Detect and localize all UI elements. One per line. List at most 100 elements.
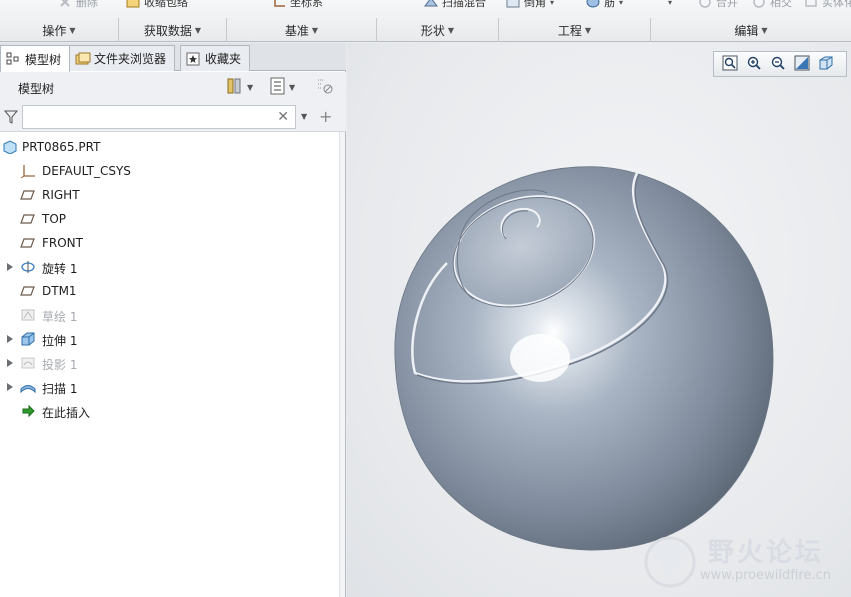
group-operations[interactable]: 操作 ▼ xyxy=(0,18,118,42)
zoom-in-button[interactable] xyxy=(743,54,764,74)
refit-button[interactable] xyxy=(719,54,740,74)
ribbon: 删除 收缩包络 坐标系 扫描混合 倒角 ▾ 筋 ▾ ▾ 合并 相交 实体化 操作… xyxy=(0,0,851,42)
view-toolbar xyxy=(713,51,847,77)
navigator-panel: 模型树 文件夹浏览器 收藏夹 模型树 ▼ ▼ ✕ ▼ + PRT0865.PRT… xyxy=(0,43,346,597)
solidify-button[interactable]: 实体化 xyxy=(804,0,851,10)
delete-button[interactable]: 删除 xyxy=(58,0,98,10)
datum-plane-icon xyxy=(20,236,36,250)
graphics-viewport[interactable] xyxy=(347,43,851,597)
repaint-button[interactable] xyxy=(791,54,812,74)
tree-item-label: 扫描 1 xyxy=(42,382,78,396)
sweep-blend-label: 扫描混合 xyxy=(442,0,486,9)
intersect-button[interactable]: 相交 xyxy=(752,0,792,10)
sphere-model[interactable] xyxy=(387,163,787,563)
tree-item-sketch[interactable]: 草绘 1 xyxy=(0,303,340,327)
tab-folder-browser[interactable]: 文件夹浏览器 xyxy=(69,45,176,71)
group-editing[interactable]: 编辑 ▼ xyxy=(650,18,851,42)
shrinkwrap-label: 收缩包络 xyxy=(144,0,188,9)
expand-arrow-icon[interactable] xyxy=(7,263,13,271)
tree-item-top[interactable]: TOP xyxy=(0,207,340,231)
delete-icon xyxy=(58,0,72,8)
display-style-icon xyxy=(818,55,834,74)
tree-item-label: DTM1 xyxy=(42,284,77,298)
tree-item-right[interactable]: RIGHT xyxy=(0,183,340,207)
sweep-blend-icon xyxy=(424,0,438,8)
merge-label: 合并 xyxy=(716,0,738,9)
sketch-icon xyxy=(20,308,36,322)
chevron-down-icon: ▼ xyxy=(289,82,296,92)
settings-dropdown[interactable]: ▼ xyxy=(226,78,253,96)
tree-item-label: 旋转 1 xyxy=(42,262,78,276)
tree-item-front[interactable]: FRONT xyxy=(0,231,340,255)
tab-folder-browser-label: 文件夹浏览器 xyxy=(94,52,167,66)
plus-icon[interactable]: + xyxy=(319,107,332,126)
panel-scrollbar[interactable] xyxy=(339,132,345,597)
forum-watermark: 野火论坛 www.proewildfire.cn xyxy=(638,528,848,590)
tree-item-label: 在此插入 xyxy=(42,406,91,420)
tree-item-default-csys[interactable]: DEFAULT_CSYS xyxy=(0,159,340,183)
tree-item-part[interactable]: PRT0865.PRT xyxy=(0,135,340,159)
chevron-down-icon[interactable]: ▼ xyxy=(301,112,307,121)
chamfer-icon xyxy=(506,0,520,8)
intersect-icon xyxy=(752,0,766,8)
tree-item-label: TOP xyxy=(42,212,67,226)
chamfer-label: 倒角 xyxy=(524,0,546,9)
solidify-icon xyxy=(804,0,818,8)
tree-item-insert-here[interactable]: 在此插入 xyxy=(0,399,340,423)
tree-item-dtm1[interactable]: DTM1 xyxy=(0,279,340,303)
filter-input[interactable]: ✕ xyxy=(22,105,296,129)
expand-arrow-icon[interactable] xyxy=(7,359,13,367)
group-datum[interactable]: 基准 ▼ xyxy=(226,18,376,42)
expand-arrow-icon[interactable] xyxy=(7,335,13,343)
tree-item-label: RIGHT xyxy=(42,188,80,202)
merge-icon xyxy=(698,0,712,8)
folder-browser-icon xyxy=(75,52,91,66)
intersect-label: 相交 xyxy=(770,0,792,9)
group-shapes[interactable]: 形状 ▼ xyxy=(376,18,498,42)
part-icon xyxy=(2,140,18,155)
sweep-blend-button[interactable]: 扫描混合 xyxy=(424,0,486,10)
group-editing-label: 编辑 xyxy=(734,23,759,38)
model-tree-header: 模型树 ▼ ▼ xyxy=(0,72,346,102)
edit-dropdown[interactable]: ▾ xyxy=(668,0,672,10)
shrinkwrap-icon xyxy=(126,0,140,8)
display-style-button[interactable] xyxy=(815,54,836,74)
extrude-icon xyxy=(20,332,36,346)
tree-item-revolve[interactable]: 旋转 1 xyxy=(0,255,340,279)
rib-label: 筋 xyxy=(604,0,615,9)
group-engineering[interactable]: 工程 ▼ xyxy=(498,18,650,42)
tab-favorites[interactable]: 收藏夹 xyxy=(180,45,251,71)
refit-icon xyxy=(722,55,738,74)
sweep-icon xyxy=(20,380,36,394)
list-icon xyxy=(270,77,286,98)
csys-button[interactable]: 坐标系 xyxy=(272,0,323,10)
datum-plane-icon xyxy=(20,284,36,298)
chevron-down-icon: ▼ xyxy=(247,82,254,92)
zoom-out-button[interactable] xyxy=(767,54,788,74)
group-datum-label: 基准 xyxy=(284,23,309,38)
tab-model-tree[interactable]: 模型树 xyxy=(0,45,71,72)
zoom-out-icon xyxy=(770,55,786,74)
close-icon[interactable]: ✕ xyxy=(277,109,289,125)
group-get-data[interactable]: 获取数据 ▼ xyxy=(118,18,226,42)
zoom-in-icon xyxy=(746,55,762,74)
chamfer-button[interactable]: 倒角 ▾ xyxy=(506,0,554,10)
csys-icon xyxy=(20,164,36,179)
tree-item-label: PRT0865.PRT xyxy=(22,140,101,154)
model-tree: PRT0865.PRT DEFAULT_CSYS RIGHT TOP FRONT… xyxy=(0,135,340,423)
tree-item-project[interactable]: 投影 1 xyxy=(0,351,340,375)
navigator-tabs: 模型树 文件夹浏览器 收藏夹 xyxy=(0,43,346,72)
visibility-toggle[interactable] xyxy=(316,78,334,96)
group-shapes-label: 形状 xyxy=(420,23,445,38)
tree-item-sweep[interactable]: 扫描 1 xyxy=(0,375,340,399)
shrinkwrap-button[interactable]: 收缩包络 xyxy=(126,0,188,10)
merge-button[interactable]: 合并 xyxy=(698,0,738,10)
tree-item-extrude[interactable]: 拉伸 1 xyxy=(0,327,340,351)
show-dropdown[interactable]: ▼ xyxy=(270,77,296,98)
hide-icon xyxy=(316,77,334,98)
tab-favorites-label: 收藏夹 xyxy=(205,52,242,66)
model-tree-icon xyxy=(6,52,20,66)
rib-button[interactable]: 筋 ▾ xyxy=(586,0,623,10)
expand-arrow-icon[interactable] xyxy=(7,383,13,391)
filter-bar: ✕ ▼ + xyxy=(0,102,346,132)
